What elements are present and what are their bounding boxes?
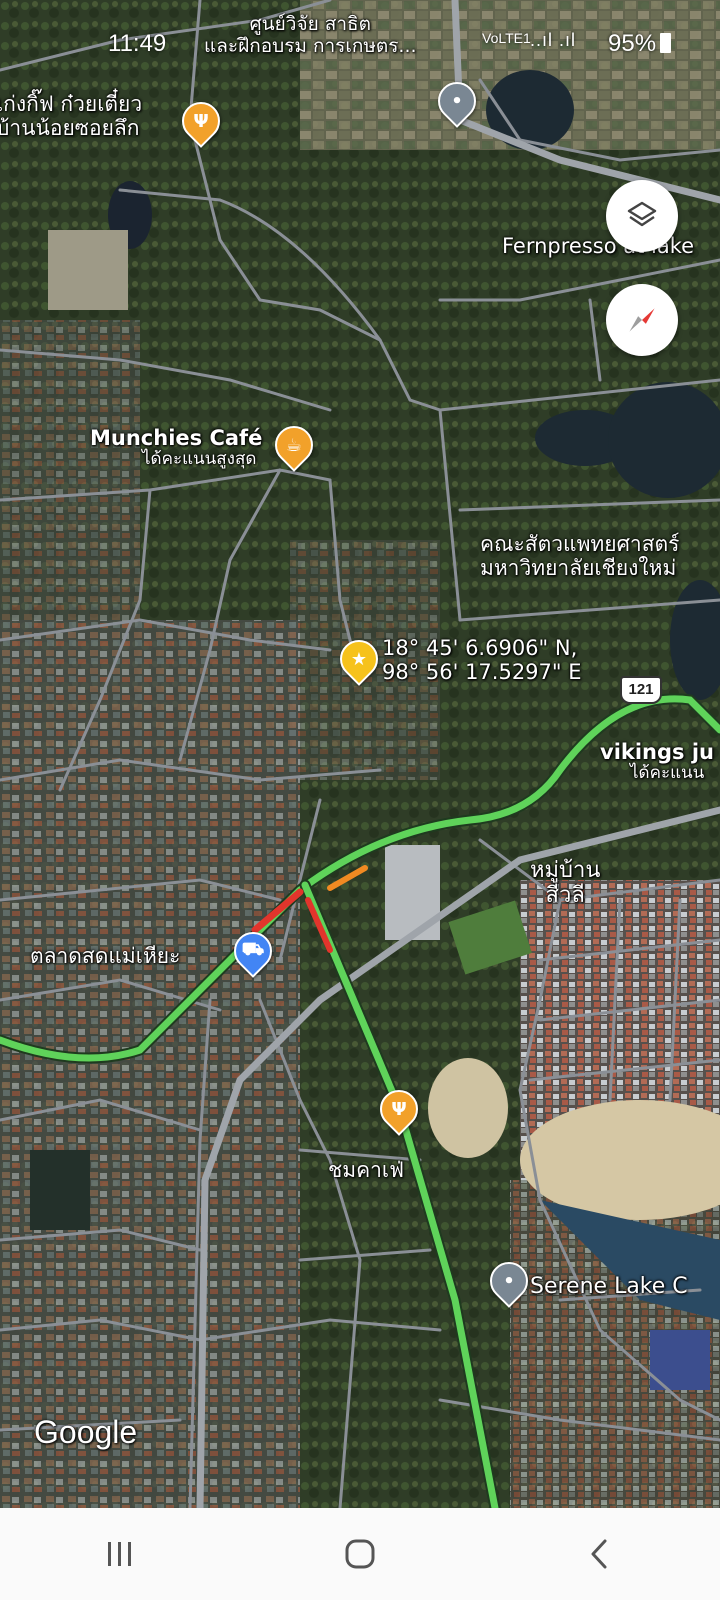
system-navigation-bar (0, 1508, 720, 1600)
layers-icon (627, 201, 657, 227)
dropped-pin-coordinates[interactable]: 18° 45' 6.6906" N, 98° 56' 17.5297" E (382, 636, 582, 684)
coffee-cup-icon: ☕ (285, 434, 303, 456)
poi-noodle-shop[interactable]: เก่งกิ๊ฟ ก๋วยเตี๋ยว บ้านน้อยซอยลึก (0, 92, 142, 140)
recent-apps-button[interactable] (60, 1519, 180, 1589)
shopping-cart-icon: ⛟ (241, 939, 265, 960)
poi-serene-lake[interactable]: Serene Lake C (530, 1274, 688, 1299)
poi-label: Munchies Café (90, 426, 263, 450)
compass-button[interactable] (606, 284, 678, 356)
poi-label: คณะสัตวแพทยศาสตร์ (480, 532, 680, 556)
google-logo: Google (34, 1414, 138, 1450)
poi-label: บ้านน้อยซอยลึก (0, 116, 140, 141)
poi-village[interactable]: หมู่บ้าน สีวลี (530, 858, 600, 909)
coordinate-longitude: 98° 56' 17.5297" E (382, 660, 582, 685)
battery-percent: 95% (608, 30, 657, 57)
back-icon (591, 1539, 607, 1569)
poi-label: สีวลี (545, 883, 585, 909)
compass-icon (628, 307, 656, 333)
poi-label: เก่งกิ๊ฟ ก๋วยเตี๋ยว (0, 92, 143, 116)
signal-bars: ..ıl .ıl (530, 30, 577, 50)
battery-icon (660, 33, 672, 53)
poi-label: และฝึกอบรม การเกษตร... (204, 34, 417, 57)
poi-chom-cafe[interactable]: ชมคาเฟ่ (328, 1158, 404, 1182)
poi-vet-faculty[interactable]: คณะสัตวแพทยศาสตร์ มหาวิทยาลัยเชียงใหม่ (480, 532, 679, 580)
fork-knife-icon: Ψ (193, 110, 209, 132)
location-dot-icon: • (503, 1270, 515, 1292)
coordinate-latitude: 18° 45' 6.6906" N, (382, 636, 578, 660)
route-shield: 121 (620, 676, 662, 704)
home-icon (345, 1539, 375, 1569)
location-dot-icon: • (451, 90, 463, 112)
recent-apps-icon (108, 1542, 131, 1566)
poi-label: มหาวิทยาลัยเชียงใหม่ (480, 556, 677, 581)
poi-vikings[interactable]: vikings ju ได้คะแนน (600, 740, 714, 784)
poi-research-center[interactable]: ศูนย์วิจัย สาธิต และฝึกอบรม การเกษตร... (204, 13, 417, 58)
layers-button[interactable] (606, 180, 678, 252)
poi-label: vikings ju (600, 740, 714, 764)
back-button[interactable] (540, 1519, 660, 1589)
poi-rating-label: ได้คะแนน (630, 763, 705, 784)
poi-label: ศูนย์วิจัย สาธิต (249, 13, 371, 35)
fork-knife-icon: Ψ (391, 1098, 407, 1120)
battery-indicator: 95% (608, 30, 672, 58)
poi-market[interactable]: ตลาดสดแม่เหียะ (30, 944, 180, 968)
poi-rating-label: ได้คะแนนสูงสุด (142, 449, 257, 470)
network-indicator: VoLTE1 (482, 30, 531, 46)
status-time: 11:49 (108, 30, 167, 57)
poi-munchies[interactable]: Munchies Café ได้คะแนนสูงสุด (90, 426, 262, 470)
home-button[interactable] (300, 1519, 420, 1589)
star-icon: ★ (350, 648, 368, 670)
poi-label: หมู่บ้าน (530, 858, 601, 883)
